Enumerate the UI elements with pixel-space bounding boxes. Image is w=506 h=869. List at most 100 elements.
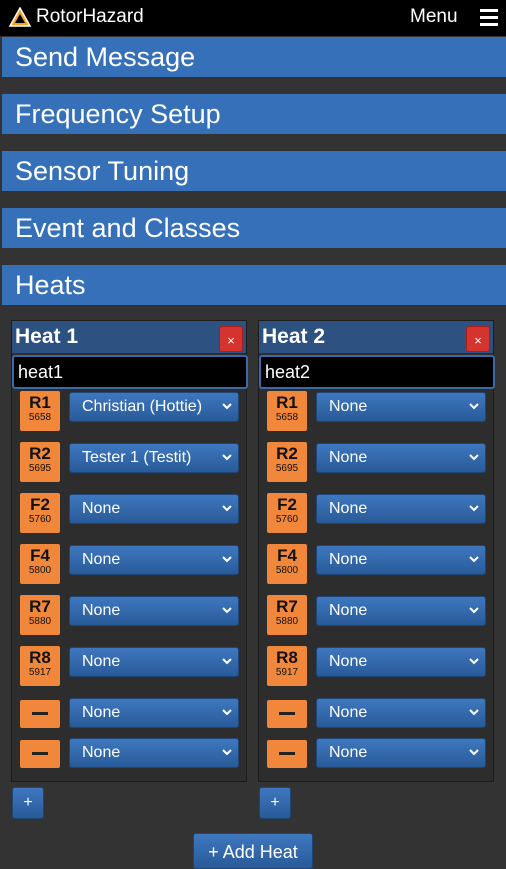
pilot-select-value: None — [82, 551, 121, 568]
chevron-down-icon — [469, 556, 479, 563]
section-sensor-tuning[interactable]: Sensor Tuning — [2, 151, 506, 191]
slot-row: None — [12, 738, 246, 782]
frequency-chip-empty — [20, 700, 60, 728]
dash-icon — [279, 712, 295, 715]
chevron-down-icon — [469, 505, 479, 512]
frequency-chip: R7 5880 — [267, 595, 307, 635]
pilot-select[interactable]: None — [69, 698, 239, 728]
heat-header: Heat 1 × — [12, 321, 246, 353]
section-heats[interactable]: Heats — [2, 265, 506, 305]
pilot-select-value: None — [329, 551, 368, 568]
frequency-chip-empty — [20, 740, 60, 768]
slot-row: F2 5760 None — [12, 493, 246, 535]
pilot-select[interactable]: None — [316, 738, 486, 768]
slot-row: R8 5917 None — [12, 646, 246, 688]
pilot-select[interactable]: None — [316, 596, 486, 626]
pilot-select-value: None — [329, 653, 368, 670]
chevron-down-icon — [222, 505, 232, 512]
band-label: R2 — [29, 444, 51, 463]
chevron-down-icon — [469, 403, 479, 410]
pilot-select[interactable]: None — [316, 698, 486, 728]
chevron-down-icon — [469, 749, 479, 756]
add-slot-button[interactable]: + — [259, 787, 291, 819]
top-bar: RotorHazard Menu — [0, 0, 506, 36]
app-title[interactable]: RotorHazard — [36, 6, 144, 28]
frequency-label: 5800 — [28, 565, 52, 576]
pilot-select[interactable]: Tester 1 (Testit) — [69, 443, 239, 473]
frequency-chip: R1 5658 — [267, 391, 307, 431]
heat-title: Heat 1 — [15, 325, 79, 348]
pilot-select-value: None — [329, 744, 368, 761]
frequency-chip: R2 5695 — [20, 442, 60, 482]
heat-name-input[interactable]: heat1 — [12, 355, 248, 389]
frequency-label: 5917 — [28, 667, 52, 678]
chevron-down-icon — [222, 454, 232, 461]
slot-row: None — [259, 738, 493, 782]
hamburger-menu-icon[interactable] — [480, 9, 498, 27]
pilot-select-value: None — [82, 653, 121, 670]
frequency-label: 5880 — [275, 616, 299, 627]
pilot-select[interactable]: None — [316, 647, 486, 677]
frequency-chip: R2 5695 — [267, 442, 307, 482]
slot-row: R7 5880 None — [259, 595, 493, 637]
pilot-select[interactable]: None — [316, 545, 486, 575]
frequency-chip: R1 5658 — [20, 391, 60, 431]
slot-row: R2 5695 Tester 1 (Testit) — [12, 442, 246, 484]
chevron-down-icon — [222, 749, 232, 756]
pilot-select-value: None — [329, 704, 368, 721]
frequency-chip-empty — [267, 700, 307, 728]
pilot-select-value: Christian (Hottie) — [82, 398, 203, 415]
pilot-select[interactable]: None — [69, 738, 239, 768]
section-event-and-classes[interactable]: Event and Classes — [2, 208, 506, 248]
pilot-select-value: None — [82, 744, 121, 761]
slot-row: R8 5917 None — [259, 646, 493, 688]
rotorhazard-logo-icon[interactable] — [9, 7, 31, 27]
frequency-chip: R8 5917 — [267, 646, 307, 686]
pilot-select-value: None — [329, 398, 368, 415]
band-label: R1 — [29, 393, 51, 412]
pilot-select[interactable]: Christian (Hottie) — [69, 392, 239, 422]
menu-label[interactable]: Menu — [410, 6, 458, 28]
pilot-select[interactable]: None — [316, 494, 486, 524]
pilot-select-value: Tester 1 (Testit) — [82, 449, 192, 466]
frequency-chip: F4 5800 — [20, 544, 60, 584]
slot-row: F4 5800 None — [12, 544, 246, 586]
heat-panel: Heat 2 × heat2 R1 5658 None R2 5695 None F2 5760 No… — [258, 320, 495, 782]
band-label: R2 — [276, 444, 298, 463]
band-label: F2 — [277, 495, 297, 514]
frequency-chip: F4 5800 — [267, 544, 307, 584]
chevron-down-icon — [222, 607, 232, 614]
heat-title: Heat 2 — [262, 325, 326, 348]
frequency-label: 5760 — [28, 514, 52, 525]
chevron-down-icon — [222, 556, 232, 563]
pilot-select[interactable]: None — [316, 443, 486, 473]
section-frequency-setup[interactable]: Frequency Setup — [2, 94, 506, 134]
pilot-select[interactable]: None — [69, 545, 239, 575]
slot-row: None — [12, 698, 246, 742]
delete-heat-button[interactable]: × — [466, 326, 490, 352]
pilot-select[interactable]: None — [69, 596, 239, 626]
slot-row: None — [259, 698, 493, 742]
pilot-select[interactable]: None — [69, 494, 239, 524]
frequency-chip: R7 5880 — [20, 595, 60, 635]
heat-panel: Heat 1 × heat1 R1 5658 Christian (Hottie) R2 56… — [11, 320, 248, 782]
band-label: R1 — [276, 393, 298, 412]
band-label: R8 — [276, 648, 298, 667]
pilot-select-value: None — [329, 602, 368, 619]
chevron-down-icon — [222, 658, 232, 665]
frequency-label: 5695 — [28, 463, 52, 474]
pilot-select[interactable]: None — [316, 392, 486, 422]
frequency-chip: F2 5760 — [267, 493, 307, 533]
delete-heat-button[interactable]: × — [219, 326, 243, 352]
pilot-select-value: None — [329, 449, 368, 466]
pilot-select-value: None — [82, 602, 121, 619]
band-label: R7 — [276, 597, 298, 616]
pilot-select-value: None — [82, 704, 121, 721]
chevron-down-icon — [222, 403, 232, 410]
heat-name-input[interactable]: heat2 — [259, 355, 495, 389]
chevron-down-icon — [469, 454, 479, 461]
chevron-down-icon — [469, 607, 479, 614]
pilot-select[interactable]: None — [69, 647, 239, 677]
section-send-message[interactable]: Send Message — [2, 37, 506, 77]
add-slot-button[interactable]: + — [12, 787, 44, 819]
